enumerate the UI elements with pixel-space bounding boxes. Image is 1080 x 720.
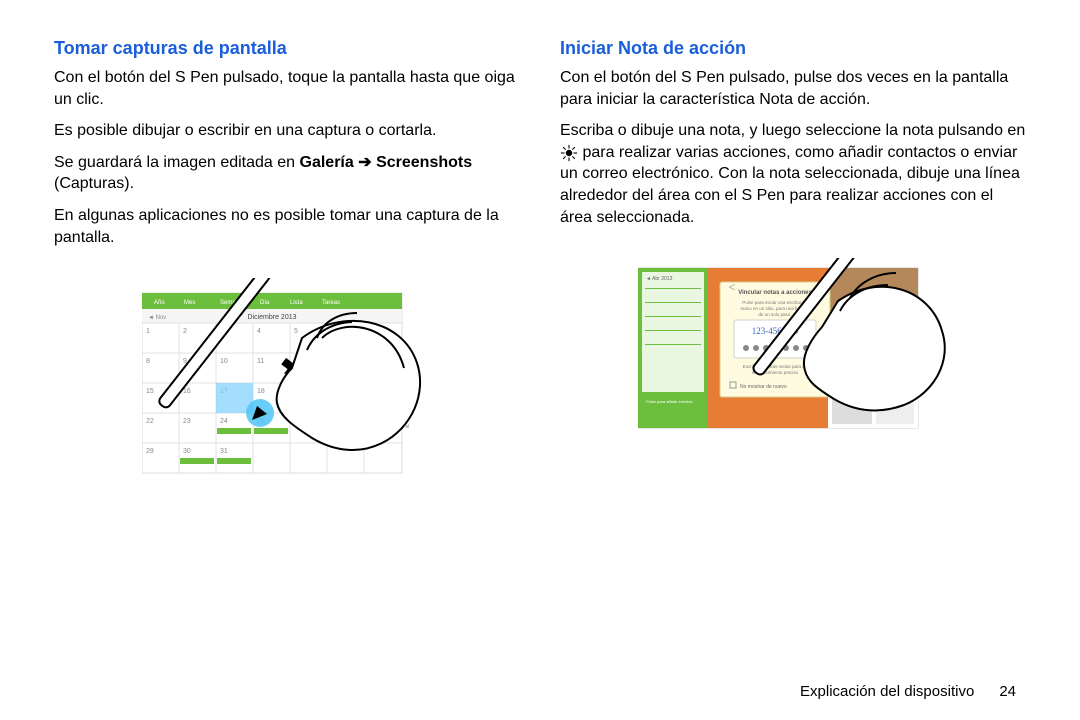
svg-text:22: 22	[146, 418, 154, 425]
svg-text:4: 4	[257, 328, 261, 335]
left-p2: Es posible dibujar o escribir en una cap…	[54, 120, 520, 142]
right-p2b: para realizar varias acciones, como añad…	[560, 144, 1020, 226]
note-l3: de un solo paso.	[758, 312, 791, 317]
right-p1: Con el botón del S Pen pulsado, pulse do…	[560, 67, 1026, 110]
gallery-label: Galería	[300, 154, 354, 171]
left-p3b: (Capturas).	[54, 175, 134, 192]
svg-text:31: 31	[220, 448, 228, 455]
tab-day: Día	[260, 300, 270, 306]
note-l1: Pulse para iniciar una escritura a	[742, 300, 808, 305]
svg-text:30: 30	[183, 448, 191, 455]
left-column: Tomar capturas de pantalla Con el botón …	[54, 38, 520, 663]
tab-year: Año	[154, 300, 165, 306]
footer-page: 24	[999, 683, 1016, 700]
right-p2a: Escriba o dibuje una nota, y luego selec…	[560, 122, 1025, 139]
arrow-icon: ➔	[354, 154, 376, 171]
svg-text:Pulse para añadir eventos: Pulse para añadir eventos	[646, 399, 692, 404]
svg-text:11: 11	[257, 358, 264, 365]
left-p1: Con el botón del S Pen pulsado, toque la…	[54, 67, 520, 110]
left-title: Tomar capturas de pantalla	[54, 38, 520, 59]
svg-text:10: 10	[220, 358, 228, 365]
right-p2: Escriba o dibuje una nota, y luego selec…	[560, 120, 1026, 228]
svg-text:15: 15	[146, 388, 154, 395]
tab-tasks: Tareas	[322, 300, 340, 306]
svg-text:＜: ＜	[728, 283, 736, 292]
svg-text:◄ Abr 2013: ◄ Abr 2013	[646, 276, 673, 282]
selection-icon	[560, 144, 578, 161]
tab-list: Lista	[290, 300, 303, 306]
right-column: Iniciar Nota de acción Con el botón del …	[560, 38, 1026, 663]
svg-text:2: 2	[183, 328, 187, 335]
note-checkbox: No mostrar de nuevo	[740, 384, 787, 390]
svg-text:16: 16	[183, 388, 191, 395]
note-tip1: Escriba en líneas rectas para un	[743, 364, 808, 369]
left-p4: En algunas aplicaciones no es posible to…	[54, 205, 520, 248]
footer-section: Explicación del dispositivo	[800, 683, 974, 700]
svg-text:29: 29	[146, 448, 154, 455]
svg-text:24: 24	[220, 418, 228, 425]
svg-text:23: 23	[183, 418, 191, 425]
tab-month: Mes	[184, 300, 195, 306]
svg-text:18: 18	[257, 388, 265, 395]
right-title: Iniciar Nota de acción	[560, 38, 1026, 59]
right-figure: ◄ Abr 2013 Pulse para añadir eventos Ope…	[560, 258, 1026, 438]
page-footer: Explicación del dispositivo 24	[54, 663, 1026, 700]
calendar-header: Diciembre 2013	[247, 314, 296, 321]
svg-text:1: 1	[146, 328, 150, 335]
left-p3: Se guardará la imagen editada en Galería…	[54, 152, 520, 195]
svg-text:◄ Nov: ◄ Nov	[148, 315, 166, 321]
svg-text:8: 8	[146, 358, 150, 365]
left-figure: Año Mes Semana Día Lista Tareas ◄ Nov Di…	[54, 278, 520, 478]
note-title: Vincular notas a acciones	[738, 290, 812, 296]
screenshots-label: Screenshots	[376, 154, 472, 171]
left-p3a: Se guardará la imagen editada en	[54, 154, 300, 171]
svg-text:5: 5	[294, 328, 298, 335]
